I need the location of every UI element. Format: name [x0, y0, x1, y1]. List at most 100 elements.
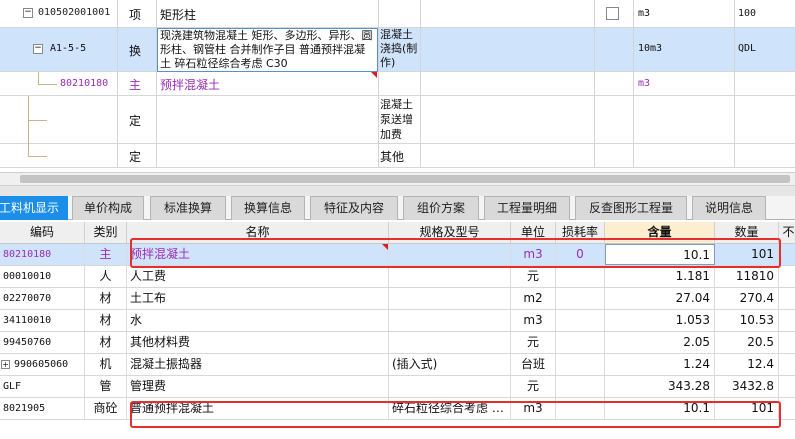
cell-qty[interactable]: 20.5 — [715, 332, 779, 353]
cell-code: 34110010 — [0, 310, 85, 331]
cell-loss — [556, 354, 605, 375]
cell-qty[interactable]: 270.4 — [715, 288, 779, 309]
tab-reverse-graphic[interactable]: 反查图形工程量 — [575, 196, 687, 220]
tree-row[interactable]: 定 其他 — [0, 144, 795, 168]
tree-code: 010502001001 — [38, 7, 111, 18]
tab-standard-conversion[interactable]: 标准换算 — [150, 196, 226, 220]
cell-qty[interactable]: 3432.8 — [715, 376, 779, 397]
cell-type: 材 — [85, 288, 127, 309]
horizontal-scrollbar[interactable] — [0, 172, 795, 186]
tree-row[interactable]: 定 混凝土泵送增加费 — [0, 96, 795, 144]
tree-connector — [28, 120, 47, 157]
tree-type: 项 — [129, 8, 142, 22]
cell-loss — [556, 332, 605, 353]
cell-loss — [556, 310, 605, 331]
cell-spec — [389, 310, 511, 331]
cell-content[interactable]: 1.24 — [605, 354, 715, 375]
red-corner-marker — [371, 72, 377, 78]
cell-code: 990605060 — [0, 354, 85, 375]
tree-qty: 100 — [738, 8, 757, 19]
tree-type: 定 — [129, 114, 142, 128]
tree-unit: m3 — [638, 8, 651, 19]
cell-code: 99450760 — [0, 332, 85, 353]
cell-content[interactable]: 27.04 — [605, 288, 715, 309]
cell-name: 管理费 — [127, 376, 389, 397]
cell-unit: 元 — [511, 376, 556, 397]
tree-spec: 其他 — [380, 150, 405, 164]
tree-unit: 10m3 — [638, 43, 663, 54]
cell-content[interactable]: 1.181 — [605, 266, 715, 287]
cell-name: 土工布 — [127, 288, 389, 309]
tree-unit: m3 — [638, 78, 651, 89]
cell-qty[interactable]: 12.4 — [715, 354, 779, 375]
highlight-box — [130, 401, 781, 428]
cell-spec — [389, 288, 511, 309]
tree-name: 预拌混凝土 — [160, 78, 221, 92]
tree-row[interactable]: 80210180 主 预拌混凝土 m3 — [0, 72, 795, 96]
cell-code: 02270070 — [0, 288, 85, 309]
tree-type: 定 — [129, 150, 142, 164]
cell-type: 管 — [85, 376, 127, 397]
cell-code: 00010010 — [0, 266, 85, 287]
cell-content[interactable]: 343.28 — [605, 376, 715, 397]
name-editor[interactable]: 现浇建筑物混凝土 矩形、多边形、异形、圆形柱、钢管柱 合并制作子目 普通预拌混凝… — [157, 28, 378, 72]
cell-unit: 元 — [511, 332, 556, 353]
splitter[interactable] — [0, 186, 795, 196]
cell-unit: m3 — [511, 310, 556, 331]
cell-loss — [556, 266, 605, 287]
cell-spec — [389, 266, 511, 287]
checkbox[interactable] — [606, 7, 619, 20]
tab-resource-display[interactable]: 工料机显示 — [0, 196, 68, 220]
table-row[interactable]: 99450760 材其他材料费 元 2.05 20.5 — [0, 332, 795, 354]
table-row[interactable]: 34110010 材水 m3 1.053 10.53 — [0, 310, 795, 332]
cell-type: 材 — [85, 310, 127, 331]
cell-code: GLF — [0, 376, 85, 397]
tab-unit-price[interactable]: 单价构成 — [72, 196, 144, 220]
table-row[interactable]: 990605060 机混凝土振捣器 (插入式) 台班 1.24 12.4 + — [0, 354, 795, 376]
tab-pricing-scheme[interactable]: 组价方案 — [403, 196, 479, 220]
tree-row-selected[interactable]: − A1-5-5 换 现浇建筑物混凝土 矩形、多边形、异形、圆形柱、钢管柱 合并… — [0, 28, 795, 72]
tree-name: 矩形柱 — [160, 8, 197, 22]
tab-features[interactable]: 特征及内容 — [310, 196, 398, 220]
cell-type: 主 — [85, 244, 127, 265]
cell-code: 80210180 — [0, 244, 85, 265]
collapse-icon[interactable]: − — [23, 8, 33, 18]
cell-name: 人工费 — [127, 266, 389, 287]
cell-spec — [389, 376, 511, 397]
cell-name: 混凝土振捣器 — [127, 354, 389, 375]
collapse-icon[interactable]: − — [33, 44, 43, 54]
tab-description[interactable]: 说明信息 — [692, 196, 766, 220]
column-header-code[interactable]: 编码 — [0, 222, 85, 244]
cell-name: 水 — [127, 310, 389, 331]
tab-conversion-info[interactable]: 换算信息 — [231, 196, 305, 220]
column-header-extra[interactable]: 不 — [779, 222, 795, 244]
cell-unit: 台班 — [511, 354, 556, 375]
expand-icon[interactable]: + — [1, 360, 10, 369]
table-row[interactable]: GLF 管管理费 元 343.28 3432.8 — [0, 376, 795, 398]
tab-quantity-details[interactable]: 工程量明细 — [484, 196, 570, 220]
cell-loss — [556, 376, 605, 397]
highlight-box — [130, 238, 781, 268]
scrollbar-thumb[interactable] — [20, 175, 790, 183]
tree-row[interactable]: − 010502001001 项 矩形柱 m3 100 — [0, 0, 795, 28]
tree-type: 主 — [129, 78, 142, 92]
tree-spec: 混凝土浇捣(制作) — [380, 28, 418, 69]
tree-type: 换 — [129, 44, 142, 58]
tree-spec: 混凝土泵送增加费 — [380, 98, 413, 141]
tree-qty: QDL — [738, 43, 757, 54]
cell-content[interactable]: 1.053 — [605, 310, 715, 331]
column-header-type[interactable]: 类别 — [85, 222, 127, 244]
tree-code: 80210180 — [60, 78, 109, 89]
cell-type: 人 — [85, 266, 127, 287]
cell-loss — [556, 288, 605, 309]
cell-qty[interactable]: 11810 — [715, 266, 779, 287]
cell-qty[interactable]: 10.53 — [715, 310, 779, 331]
cell-code: 8021905 — [0, 398, 85, 419]
cell-content[interactable]: 2.05 — [605, 332, 715, 353]
table-row[interactable]: 00010010 人人工费 元 1.181 11810 — [0, 266, 795, 288]
table-row[interactable]: 02270070 材土工布 m2 27.04 270.4 — [0, 288, 795, 310]
cell-type: 商砼 — [85, 398, 127, 419]
cell-spec: (插入式) — [389, 354, 511, 375]
cell-unit: 元 — [511, 266, 556, 287]
cell-spec — [389, 332, 511, 353]
